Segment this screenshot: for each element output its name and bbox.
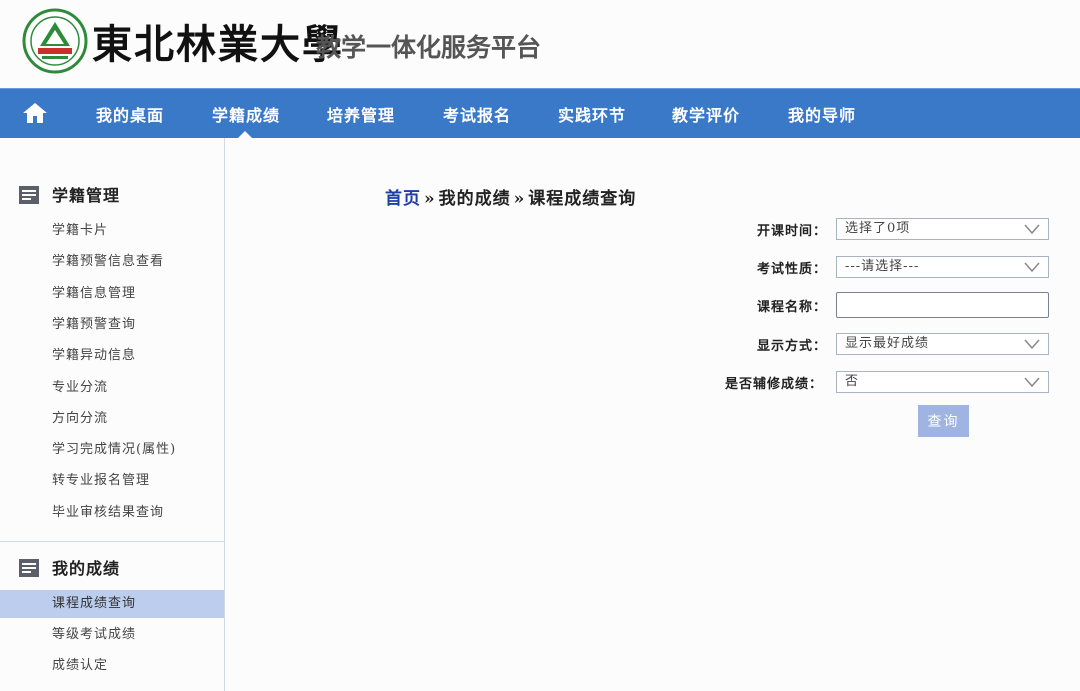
display-mode-select-value: 显示最好成绩 (845, 336, 930, 351)
term-label: 开课时间： (757, 224, 828, 239)
breadcrumb-separator: » (424, 189, 436, 209)
sidebar-item-status-change[interactable]: 学籍异动信息 (0, 342, 224, 370)
breadcrumb-separator: » (513, 189, 526, 209)
sidebar-item-study-completion[interactable]: 学习完成情况(属性) (0, 436, 224, 464)
sidebar-section-status-management: 学籍管理 (18, 182, 218, 206)
nav-item-exam-registration[interactable]: 考试报名 (443, 102, 511, 126)
home-icon[interactable] (22, 102, 48, 124)
nav-item-training[interactable]: 培养管理 (327, 102, 395, 126)
document-list-icon (19, 186, 39, 204)
chevron-down-icon (1024, 224, 1040, 235)
course-name-input[interactable] (836, 292, 1049, 318)
nav-item-practice[interactable]: 实践环节 (558, 102, 626, 126)
breadcrumb: 首页» 我的成绩» 课程成绩查询 (385, 184, 636, 209)
exam-type-select-value: ---请选择--- (845, 259, 920, 274)
sidebar-item-warning-query[interactable]: 学籍预警查询 (0, 311, 224, 339)
breadcrumb-current: 课程成绩查询 (528, 189, 637, 209)
nav-item-teaching-evaluation[interactable]: 教学评价 (672, 102, 740, 126)
sidebar-item-level-exam-grades[interactable]: 等级考试成绩 (0, 621, 224, 649)
chevron-down-icon (1024, 262, 1040, 273)
page-header: 東北林業大學 教学一体化服务平台 (0, 0, 1080, 88)
query-button[interactable]: 查询 (918, 405, 969, 437)
university-logo-icon (22, 8, 88, 74)
chevron-down-icon (1024, 339, 1040, 350)
active-nav-caret (237, 131, 253, 139)
display-mode-label: 显示方式： (757, 339, 828, 354)
platform-name: 教学一体化服务平台 (316, 33, 542, 62)
term-select-value: 选择了0项 (845, 221, 911, 236)
breadcrumb-level1[interactable]: 我的成绩 (439, 189, 511, 209)
term-select[interactable]: 选择了0项 (836, 218, 1049, 240)
sidebar-section-title: 我的成绩 (52, 559, 121, 578)
main-nav-bar: 我的桌面 学籍成绩 培养管理 考试报名 实践环节 教学评价 我的导师 (0, 88, 1080, 139)
breadcrumb-home-link[interactable]: 首页 (385, 189, 421, 209)
nav-item-my-advisor[interactable]: 我的导师 (788, 102, 856, 126)
chevron-down-icon (1024, 377, 1040, 388)
sidebar-item-major-split[interactable]: 专业分流 (0, 374, 224, 402)
sidebar-item-status-info[interactable]: 学籍信息管理 (0, 280, 224, 308)
university-name: 東北林業大學 (92, 21, 344, 68)
exam-type-label: 考试性质： (757, 262, 828, 277)
minor-grade-label: 是否辅修成绩： (725, 377, 824, 392)
exam-type-select[interactable]: ---请选择--- (836, 256, 1049, 278)
sidebar-section-my-grades: 我的成绩 (18, 555, 218, 579)
sidebar-item-warning-view[interactable]: 学籍预警信息查看 (0, 248, 224, 276)
display-mode-select[interactable]: 显示最好成绩 (836, 333, 1049, 355)
sidebar: 学籍管理 学籍卡片 学籍预警信息查看 学籍信息管理 学籍预警查询 学籍异动信息 … (0, 138, 225, 691)
course-name-label: 课程名称： (757, 300, 828, 315)
minor-grade-select[interactable]: 否 (836, 371, 1049, 393)
document-list-icon (19, 559, 39, 577)
sidebar-item-course-grades[interactable]: 课程成绩查询 (0, 590, 224, 618)
sidebar-item-transfer-major[interactable]: 转专业报名管理 (0, 467, 224, 495)
nav-item-status-grades[interactable]: 学籍成绩 (212, 102, 280, 126)
sidebar-item-graduation-audit[interactable]: 毕业审核结果查询 (0, 499, 224, 527)
nav-item-desktop[interactable]: 我的桌面 (96, 102, 164, 126)
sidebar-section-title: 学籍管理 (52, 186, 121, 205)
sidebar-divider (0, 541, 224, 542)
sidebar-item-direction-split[interactable]: 方向分流 (0, 405, 224, 433)
sidebar-item-status-card[interactable]: 学籍卡片 (0, 217, 224, 245)
minor-grade-select-value: 否 (845, 374, 860, 389)
sidebar-item-grade-recognition[interactable]: 成绩认定 (0, 652, 224, 680)
